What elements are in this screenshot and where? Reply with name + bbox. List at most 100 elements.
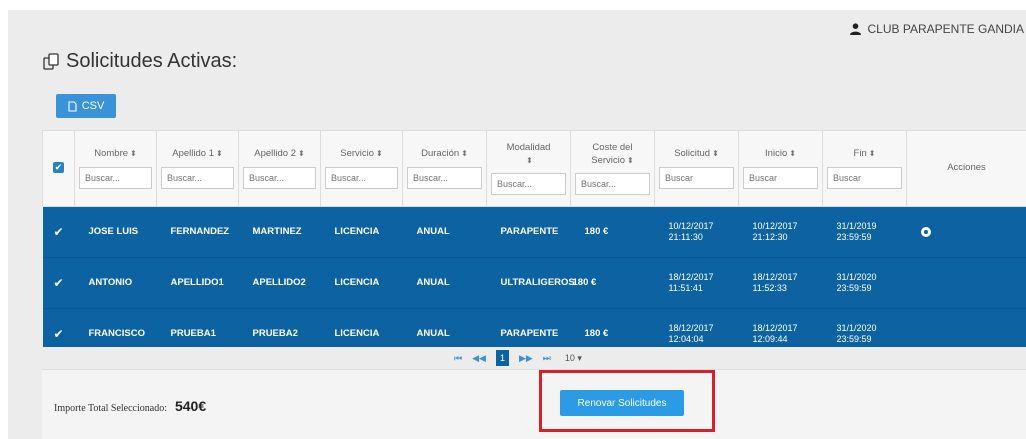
table-header-row: ✔ Nombre⬍ Apellido 1⬍ Apellido 2⬍ Servic… bbox=[42, 130, 1026, 207]
sort-icon[interactable]: ⬍ bbox=[130, 149, 137, 158]
sort-icon[interactable]: ⬍ bbox=[461, 149, 468, 158]
select-all-checkbox[interactable]: ✔ bbox=[53, 162, 64, 174]
date: 10/12/2017 bbox=[668, 220, 714, 231]
row-actions bbox=[906, 257, 1026, 309]
column-label: Modalidad bbox=[506, 142, 551, 154]
cell-fin: 31/1/2019 23:59:59 bbox=[822, 206, 907, 258]
column-label: Servicio bbox=[340, 148, 375, 160]
copy-icon bbox=[42, 52, 62, 72]
cell-coste: 180 € bbox=[570, 257, 655, 309]
prev-page-button[interactable]: ◀◀ bbox=[472, 353, 486, 364]
column-label: Inicio bbox=[765, 148, 788, 160]
cell-duracion: ANUAL bbox=[402, 206, 487, 258]
current-page[interactable]: 1 bbox=[495, 350, 509, 366]
cell-nombre: ANTONIO bbox=[74, 257, 157, 309]
cell-inicio: 18/12/2017 11:52:33 bbox=[738, 257, 823, 309]
sort-icon[interactable]: ⬍ bbox=[869, 149, 876, 158]
row-actions bbox=[906, 206, 1026, 258]
date: 18/12/2017 bbox=[752, 271, 798, 282]
time: 12:09:44 bbox=[752, 334, 788, 345]
column-filter-input[interactable] bbox=[659, 166, 734, 189]
column-header[interactable]: Apellido 2 ⬍ bbox=[238, 130, 321, 207]
cell-apellido2: APELLIDO2 bbox=[238, 257, 321, 309]
total-amount: 540€ bbox=[174, 398, 207, 414]
footer: Importe Total Seleccionado: 540€ Renovar… bbox=[42, 369, 1026, 439]
cell-solicitud: 10/12/2017 21:11:30 bbox=[654, 206, 739, 258]
gear-icon[interactable] bbox=[920, 226, 931, 237]
user-icon bbox=[849, 23, 861, 35]
cell-inicio: 10/12/2017 21:12:30 bbox=[738, 206, 823, 258]
sort-icon[interactable]: ⬍ bbox=[376, 149, 383, 158]
column-filter-input[interactable] bbox=[743, 166, 818, 189]
next-page-button[interactable]: ▶▶ bbox=[519, 353, 533, 364]
csv-button-label: CSV bbox=[81, 100, 105, 112]
file-icon bbox=[68, 100, 77, 112]
select-all-header[interactable]: ✔ bbox=[42, 130, 75, 207]
sort-icon[interactable]: ⬍ bbox=[298, 149, 305, 158]
sort-icon[interactable]: ⬍ bbox=[627, 156, 634, 165]
first-page-button[interactable]: ⏮ bbox=[454, 353, 462, 364]
time: 11:52:33 bbox=[752, 283, 787, 293]
cell-apellido1: FERNANDEZ bbox=[156, 206, 239, 258]
cell-coste: 180 € bbox=[570, 206, 655, 258]
column-header[interactable]: Nombre ⬍ bbox=[74, 130, 157, 207]
column-header[interactable]: Modalidad ⬍ bbox=[486, 130, 571, 207]
date: 31/1/2020 bbox=[836, 323, 877, 333]
column-filter-input[interactable] bbox=[243, 166, 316, 189]
date: 31/1/2020 bbox=[836, 271, 877, 282]
actions-header: Acciones bbox=[906, 130, 1026, 207]
time: 12:04:04 bbox=[668, 334, 704, 345]
column-label: Fin bbox=[853, 148, 867, 160]
column-header[interactable]: Solicitud ⬍ bbox=[654, 130, 739, 207]
column-label: Duración bbox=[421, 148, 460, 160]
column-filter-input[interactable] bbox=[575, 172, 650, 195]
column-header[interactable]: Apellido 1 ⬍ bbox=[156, 130, 239, 207]
cell-fin: 31/1/2020 23:59:59 bbox=[822, 257, 907, 309]
total-label: Importe Total Seleccionado: bbox=[54, 403, 167, 414]
table-row[interactable]: ✔ JOSE LUIS FERNANDEZ MARTINEZ LICENCIA … bbox=[42, 206, 1026, 258]
total-summary: Importe Total Seleccionado: 540€ bbox=[54, 398, 206, 414]
time: 21:12:30 bbox=[752, 232, 788, 242]
column-label: Apellido 2 bbox=[254, 148, 297, 160]
check-icon[interactable]: ✔ bbox=[42, 257, 75, 309]
date: 18/12/2017 bbox=[668, 271, 714, 282]
page-title-text: Solicitudes Activas: bbox=[66, 50, 238, 72]
cell-servicio: LICENCIA bbox=[320, 206, 403, 258]
cell-solicitud: 18/12/2017 11:51:41 bbox=[654, 257, 739, 309]
check-icon[interactable]: ✔ bbox=[42, 206, 75, 258]
column-header[interactable]: Fin ⬍ bbox=[822, 130, 907, 207]
requests-table: ✔ Nombre⬍ Apellido 1⬍ Apellido 2⬍ Servic… bbox=[42, 130, 1026, 360]
cell-duracion: ANUAL bbox=[402, 257, 487, 309]
column-filter-input[interactable] bbox=[827, 166, 902, 189]
column-header[interactable]: Duración ⬍ bbox=[402, 130, 487, 207]
page-size-select[interactable]: 10 ▾ bbox=[565, 353, 582, 364]
cell-servicio: LICENCIA bbox=[320, 257, 403, 309]
cell-modalidad: PARAPENTE bbox=[486, 206, 571, 258]
table-row[interactable]: ✔ ANTONIO APELLIDO1 APELLIDO2 LICENCIA A… bbox=[42, 257, 1026, 309]
page-title: Solicitudes Activas: bbox=[42, 50, 237, 73]
column-header[interactable]: Coste del Servicio ⬍ bbox=[570, 130, 655, 207]
time: 23:59:59 bbox=[836, 283, 872, 293]
column-filter-input[interactable] bbox=[325, 166, 398, 189]
column-filter-input[interactable] bbox=[79, 166, 152, 189]
column-label: Apellido 1 bbox=[172, 148, 215, 160]
cell-apellido1: APELLIDO1 bbox=[156, 257, 239, 309]
column-header[interactable]: Inicio ⬍ bbox=[738, 130, 823, 207]
sort-icon[interactable]: ⬍ bbox=[216, 149, 223, 158]
sort-icon[interactable]: ⬍ bbox=[712, 149, 719, 158]
cell-nombre: JOSE LUIS bbox=[74, 206, 157, 258]
cell-modalidad: ULTRALIGEROS bbox=[486, 257, 575, 309]
renew-requests-button[interactable]: Renovar Solicitudes bbox=[560, 390, 684, 416]
column-filter-input[interactable] bbox=[491, 172, 566, 195]
column-filter-input[interactable] bbox=[161, 166, 234, 189]
time: 11:51:41 bbox=[668, 283, 703, 293]
user-name: CLUB PARAPENTE GANDIA bbox=[867, 22, 1024, 36]
sort-icon[interactable]: ⬍ bbox=[526, 156, 533, 165]
csv-export-button[interactable]: CSV bbox=[56, 94, 116, 118]
sort-icon[interactable]: ⬍ bbox=[789, 149, 796, 158]
column-filter-input[interactable] bbox=[407, 166, 482, 189]
last-page-button[interactable]: ⏭ bbox=[543, 353, 551, 364]
column-header[interactable]: Servicio ⬍ bbox=[320, 130, 403, 207]
time: 23:59:59 bbox=[836, 232, 872, 242]
user-menu[interactable]: CLUB PARAPENTE GANDIA bbox=[849, 22, 1024, 36]
